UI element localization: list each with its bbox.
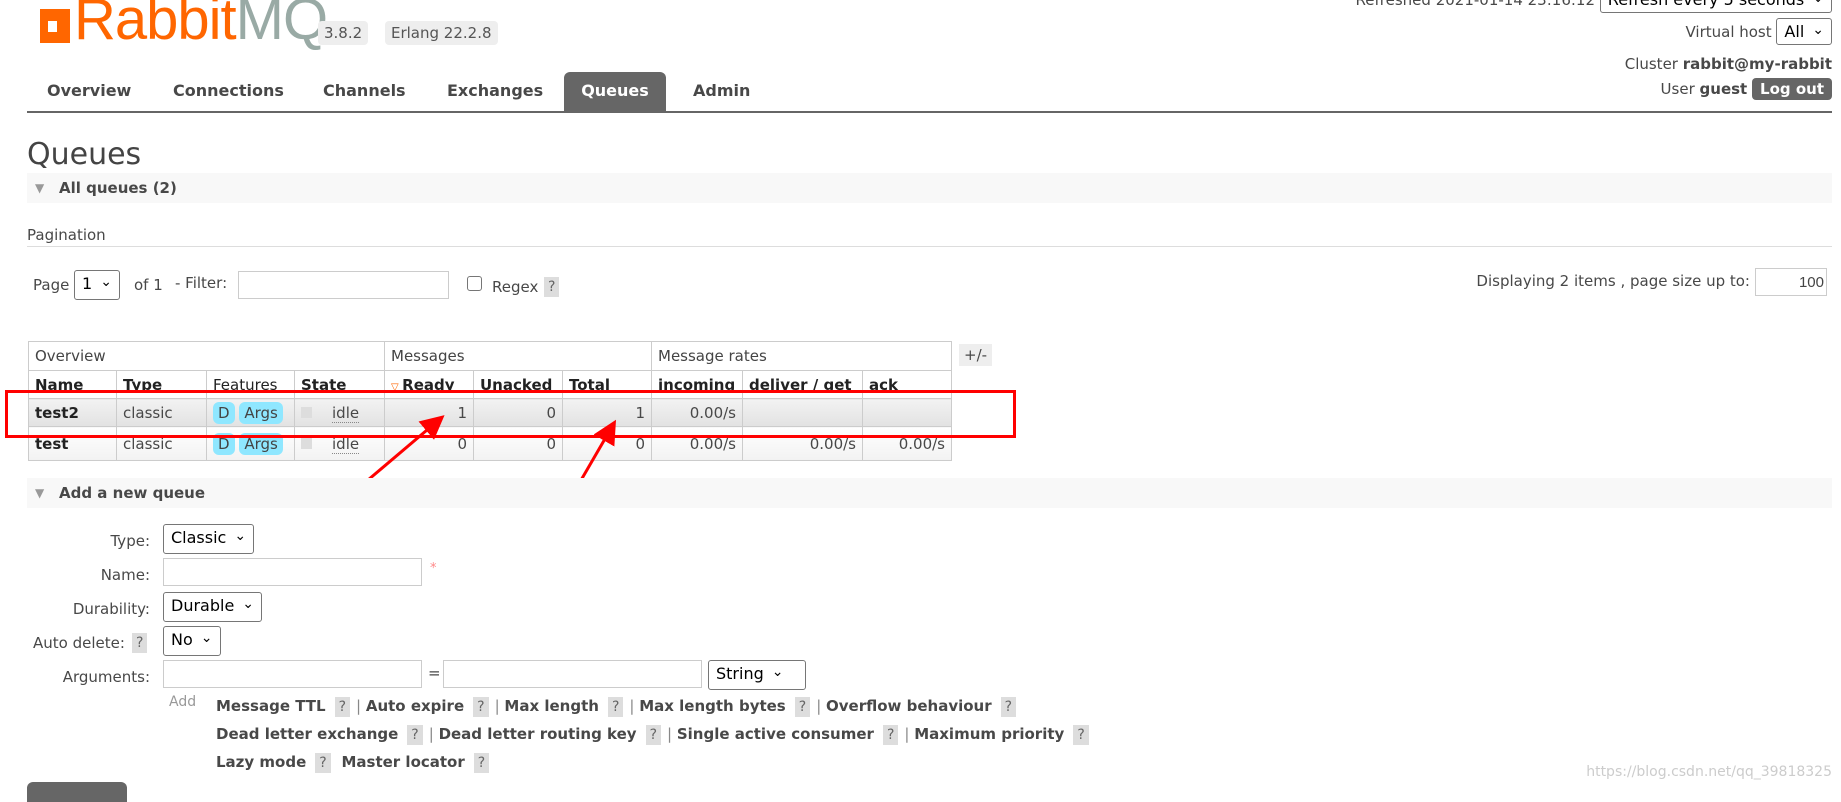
type-label: Type: [110,532,150,550]
argument-link[interactable]: Master locator [341,753,464,771]
triangle-down-icon: ▼ [35,486,45,500]
durability-select[interactable]: Durable [163,592,263,622]
argument-link[interactable]: Overflow behaviour [826,697,992,715]
auto-delete-help-icon[interactable]: ? [132,633,148,653]
argument-link[interactable]: Dead letter exchange [216,725,398,743]
argument-link[interactable]: Auto expire [366,697,464,715]
help-icon[interactable]: ? [1000,697,1017,717]
help-icon[interactable]: ? [607,697,624,717]
help-icon[interactable]: ? [407,725,423,745]
durability-label: Durability: [72,600,150,618]
help-icon[interactable]: ? [794,697,811,717]
arguments-label: Arguments: [62,668,150,686]
argument-link[interactable]: Max length [504,697,599,715]
required-marker: * [430,561,437,576]
argument-link[interactable]: Lazy mode [216,753,306,771]
argument-value-input[interactable] [443,660,702,688]
help-icon[interactable]: ? [645,725,662,745]
separator: | [356,697,366,715]
help-icon[interactable]: ? [1073,725,1089,745]
watermark: https://blog.csdn.net/qq_39818325 [1586,764,1832,780]
arrow-ready [367,415,445,482]
separator: | [816,697,827,715]
add-queue-toggle[interactable]: ▼ Add a new queue [27,478,1832,508]
equals-sign: = [428,664,441,682]
argument-link[interactable]: Message TTL [216,697,326,715]
argument-link[interactable]: Maximum priority [914,725,1064,743]
help-icon[interactable]: ? [473,697,489,717]
auto-delete-select[interactable]: No [163,626,221,656]
add-queue-button[interactable] [27,782,127,802]
separator: | [904,725,915,743]
argument-key-input[interactable] [163,660,422,688]
help-icon[interactable]: ? [315,753,331,773]
separator: | [428,725,439,743]
type-select[interactable]: Classic [163,524,255,554]
add-label: Add [169,694,197,710]
argument-shortcuts: Message TTL? | Auto expire? | Max length? |… [216,693,1136,777]
argument-link[interactable]: Max length bytes [639,697,786,715]
help-icon[interactable]: ? [882,725,899,745]
argument-link[interactable]: Single active consumer [677,725,874,743]
name-input[interactable] [163,558,422,586]
argument-link[interactable]: Dead letter routing key [439,725,637,743]
help-icon[interactable]: ? [473,753,490,773]
add-queue-title: Add a new queue [59,484,206,502]
separator: | [629,697,640,715]
separator: | [494,697,505,715]
separator: | [667,725,677,743]
help-icon[interactable]: ? [334,697,351,717]
argument-type-select[interactable]: String [708,660,806,690]
name-label: Name: [100,566,150,584]
auto-delete-label: Auto delete: [33,634,125,652]
